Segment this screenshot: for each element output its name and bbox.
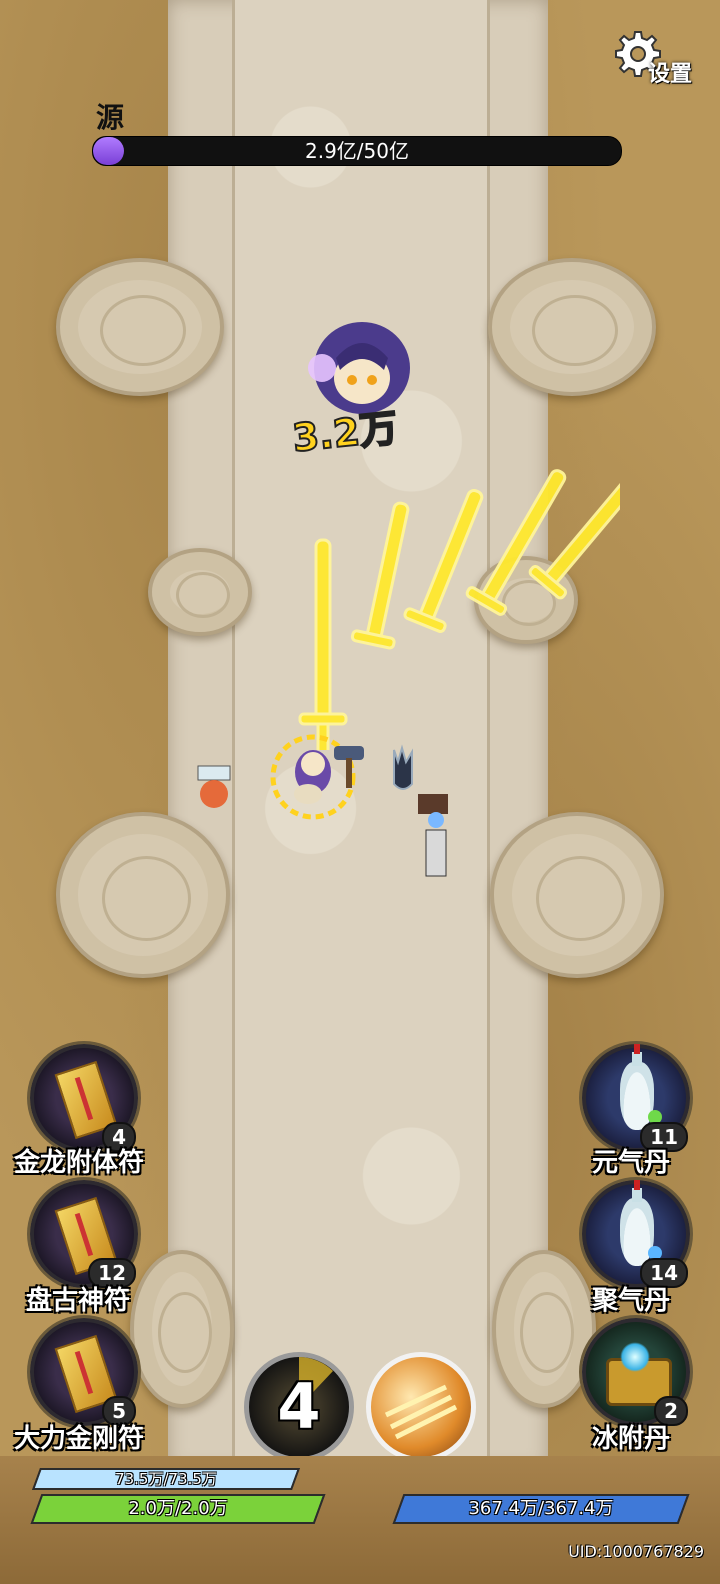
item-yuanqi-pill[interactable]: 11 xyxy=(582,1044,690,1152)
item-pangu-talisman[interactable]: 12 xyxy=(30,1180,138,1288)
stone-pillar xyxy=(148,548,252,636)
stone-pillar xyxy=(56,258,224,396)
stone-pillar xyxy=(130,1250,234,1408)
user-id: UID:1000767829 xyxy=(568,1542,704,1561)
hp-text: 2.0万/2.0万 xyxy=(128,1498,228,1519)
settings-label[interactable]: 设置 xyxy=(648,56,692,88)
potion-jar-pet-icon xyxy=(197,765,231,808)
ice-orb-icon xyxy=(620,1342,650,1372)
hp-bar: 2.0万/2.0万 xyxy=(30,1494,326,1524)
mp-bar: 367.4万/367.4万 xyxy=(392,1494,690,1524)
item-label: 冰附丹 xyxy=(592,1424,671,1454)
hammer-pet-icon xyxy=(334,746,364,788)
item-label: 金龙附体符 xyxy=(14,1148,145,1178)
mp-text: 367.4万/367.4万 xyxy=(468,1498,614,1519)
flying-swords-icon xyxy=(384,1384,458,1440)
shield-bar: 73.5万/73.5万 xyxy=(31,1468,301,1490)
item-golden-dragon-talisman[interactable]: 4 xyxy=(30,1044,138,1152)
stone-pillar xyxy=(492,1250,596,1408)
flying-swords-effect xyxy=(298,469,620,750)
stone-pillar xyxy=(490,812,664,978)
boss-name: 源 xyxy=(96,101,125,134)
item-label: 聚气丹 xyxy=(592,1286,671,1316)
skill-button-sword-rain[interactable] xyxy=(366,1352,476,1462)
item-label: 盘古神符 xyxy=(26,1286,131,1316)
stone-pillar xyxy=(56,812,230,978)
item-vajra-talisman[interactable]: 5 xyxy=(30,1318,138,1426)
boss-hp-text: 2.9亿/50亿 xyxy=(305,139,409,163)
item-label: 大力金刚符 xyxy=(14,1424,145,1454)
gauntlet-pet-icon xyxy=(393,744,413,790)
skill-cooldown-number: 4 xyxy=(277,1370,321,1443)
bottom-panel: 73.5万/73.5万 2.0万/2.0万 367.4万/367.4万 xyxy=(0,1456,720,1584)
item-ice-pill[interactable]: 2 xyxy=(582,1318,690,1426)
pillar-pet-icon xyxy=(418,794,448,877)
skill-button-cooldown[interactable]: 4 xyxy=(244,1352,354,1462)
item-juqi-pill[interactable]: 14 xyxy=(582,1180,690,1288)
shield-text: 73.5万/73.5万 xyxy=(115,1470,217,1488)
item-label: 元气丹 xyxy=(592,1148,671,1178)
boss-hp-bar: 2.9亿/50亿 xyxy=(92,136,622,166)
stone-pillar xyxy=(488,258,656,396)
